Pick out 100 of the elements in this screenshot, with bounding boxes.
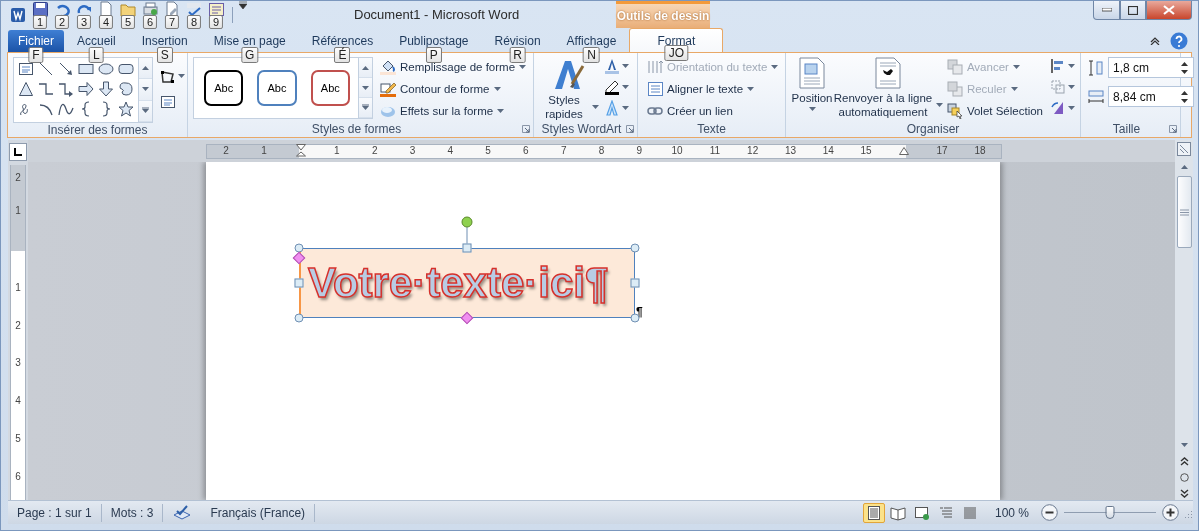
view-button[interactable] (862, 502, 885, 523)
language-status[interactable]: Français (France) (201, 505, 315, 520)
word-count[interactable]: Mots : 3 (101, 505, 163, 520)
caret-icon (493, 87, 501, 91)
resize-handle[interactable] (294, 313, 304, 323)
ruler-number: 14 (822, 146, 834, 156)
proofing-icon[interactable] (172, 504, 193, 521)
caret-icon (1012, 65, 1020, 69)
scroll-up-button[interactable] (359, 58, 372, 78)
more-icon (141, 106, 150, 115)
resize-handle[interactable] (462, 243, 472, 253)
align-text-icon[interactable] (647, 81, 663, 97)
zoom-out-button[interactable] (1041, 504, 1058, 521)
selection-pane-icon[interactable] (946, 103, 963, 119)
caret-icon (1010, 87, 1018, 91)
arc-icon[interactable] (38, 101, 54, 117)
scroll-thumb[interactable] (1176, 176, 1192, 248)
keytip: 7 (164, 15, 180, 29)
view-ruler-button[interactable] (1175, 140, 1193, 158)
dialog-launcher-icon[interactable] (1169, 124, 1177, 133)
scroll-down-button[interactable] (139, 79, 152, 101)
spell-check-icon[interactable] (186, 1, 202, 17)
keytip: N (583, 47, 600, 63)
ruler-number: 9 (636, 146, 643, 156)
vertical-ruler[interactable]: 2 1 1 2 3 4 5 6 (10, 165, 26, 500)
shape-style-preset[interactable]: Abc (310, 70, 350, 106)
curve-icon[interactable] (58, 101, 74, 117)
more-icon (361, 103, 370, 112)
double-up-arrow-icon (1179, 456, 1189, 466)
ruler-number: 11 (709, 146, 721, 156)
caret-icon (1068, 85, 1075, 89)
arrange-tool-button[interactable] (1049, 57, 1076, 75)
word-app-icon[interactable] (10, 6, 26, 23)
form-icon[interactable] (208, 1, 224, 17)
scroll-down-button[interactable] (359, 78, 372, 98)
elbow-arrow-icon[interactable] (58, 81, 74, 97)
customize-caret-icon[interactable] (239, 1, 247, 9)
more-button[interactable] (359, 98, 372, 118)
more-button[interactable] (139, 100, 152, 122)
arrow-icon[interactable] (58, 61, 74, 77)
rounded-shape-icon[interactable] (118, 81, 134, 97)
resize-handle[interactable] (294, 243, 304, 253)
resize-handle[interactable] (630, 243, 640, 253)
paint-bucket-icon[interactable] (380, 59, 396, 75)
down-arrow-icon (141, 85, 150, 94)
position-button[interactable]: Position (791, 57, 834, 111)
rounded-rectangle-icon[interactable] (118, 61, 134, 77)
ruler-number: 13 (784, 146, 796, 156)
zoom-slider-thumb[interactable] (1105, 505, 1115, 519)
arrange-tool-button[interactable] (1049, 99, 1076, 117)
zoom-in-button[interactable] (1162, 504, 1179, 521)
shape-style-preset[interactable]: Abc (257, 70, 297, 106)
dialog-launcher-icon[interactable] (626, 125, 634, 133)
save-icon[interactable] (32, 1, 48, 17)
shape-style-preset[interactable]: Abc (204, 70, 244, 106)
page-count[interactable]: Page : 1 sur 1 (8, 505, 101, 520)
ribbon-command[interactable]: Contour de forme (378, 79, 529, 99)
text-box-icon[interactable] (18, 61, 34, 77)
ribbon-command[interactable]: Aligner le texte (645, 79, 781, 99)
triangle-icon[interactable] (18, 81, 34, 97)
open-folder-icon[interactable] (120, 1, 136, 17)
right-arrow-icon[interactable] (78, 81, 94, 97)
zoom-level[interactable]: 100 % (994, 505, 1029, 520)
wrap-text-button[interactable]: Renvoyer à la ligne automatiquement (833, 57, 943, 119)
elbow-connector-icon[interactable] (38, 81, 54, 97)
dialog-launcher-icon[interactable] (522, 125, 530, 133)
scroll-up-button[interactable] (139, 58, 152, 80)
pencil-icon[interactable] (380, 81, 396, 97)
print-icon[interactable] (142, 1, 158, 17)
group-label: Taille (1111, 121, 1142, 136)
caret-icon (622, 64, 629, 68)
arrange-tool-button[interactable] (1049, 78, 1076, 96)
resize-handle[interactable] (294, 278, 304, 288)
up-arrow-icon (1179, 163, 1189, 171)
ruler-number: 18 (974, 146, 986, 156)
keytip: 8 (186, 15, 202, 29)
line-icon[interactable] (38, 61, 54, 77)
oval-icon[interactable] (98, 61, 114, 77)
wordart-tool-button[interactable] (603, 78, 630, 96)
ribbon-command[interactable]: Volet Sélection (944, 101, 1045, 121)
close-button[interactable] (1146, 1, 1192, 20)
restore-button[interactable] (1120, 1, 1146, 20)
rectangle-icon[interactable] (78, 61, 94, 77)
ruler-number: 12 (747, 146, 759, 156)
collapse-ribbon-icon[interactable] (1150, 37, 1160, 45)
new-document-icon[interactable] (98, 1, 114, 17)
right-indent-marker-icon[interactable] (898, 147, 909, 155)
star-icon[interactable] (118, 101, 134, 117)
tab-selector-button[interactable] (9, 143, 27, 161)
height-field[interactable]: 1,8 cm (1108, 57, 1194, 78)
ribbon-command[interactable]: Effets sur la forme (378, 101, 529, 121)
down-arrow-icon[interactable] (98, 81, 114, 97)
width-field[interactable]: 8,84 cm (1108, 86, 1194, 107)
indent-marker-icon[interactable] (295, 143, 306, 159)
horizontal-ruler[interactable]: 2 1 1 2 3 4 5 6 7 8 9 10 11 12 13 14 15 17 18 (206, 143, 1002, 159)
keytip: 4 (98, 15, 114, 29)
resize-handle[interactable] (630, 278, 640, 288)
help-icon[interactable] (1170, 32, 1188, 50)
ribbon-command[interactable]: Créer un lien (645, 101, 781, 121)
group-label: Styles de formes (310, 122, 403, 136)
